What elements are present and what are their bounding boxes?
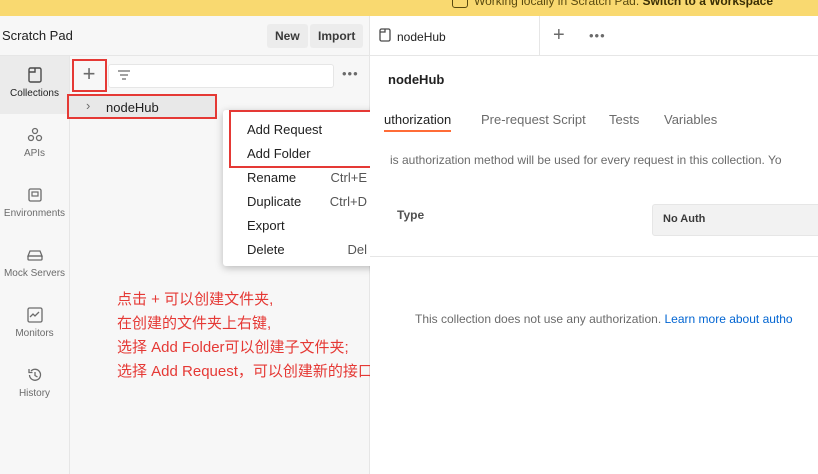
menu-item-shortcut: Ctrl+E bbox=[330, 170, 367, 185]
menu-item-add-request[interactable]: Add Request bbox=[223, 118, 391, 142]
learn-more-link[interactable]: Learn more about autho bbox=[665, 312, 793, 326]
new-tab-button[interactable]: + bbox=[553, 24, 565, 47]
sidebar-item-environments[interactable]: Environments bbox=[0, 176, 69, 234]
workspace-icon bbox=[452, 0, 468, 8]
history-icon bbox=[27, 368, 41, 381]
tab-bar: nodeHub + ••• bbox=[370, 16, 818, 56]
monitors-icon bbox=[26, 307, 43, 323]
sidebar-item-monitors[interactable]: Monitors bbox=[0, 296, 69, 354]
chevron-right-icon[interactable]: › bbox=[86, 98, 90, 113]
sidebar-item-label: APIs bbox=[23, 148, 46, 159]
scratch-pad-banner: Working locally in Scratch Pad. Switch t… bbox=[0, 0, 818, 16]
collections-icon bbox=[27, 67, 42, 83]
tab-pre-request-script[interactable]: Pre-request Script bbox=[481, 112, 586, 127]
tab-label: nodeHub bbox=[397, 30, 446, 44]
collection-title: nodeHub bbox=[388, 72, 445, 87]
main-pane: nodeHub + ••• nodeHub uthorization Pre-r… bbox=[370, 16, 818, 474]
tab-variables[interactable]: Variables bbox=[664, 112, 717, 127]
collection-name: nodeHub bbox=[106, 100, 159, 115]
annotation-line: 点击 + 可以创建文件夹, bbox=[117, 291, 274, 308]
collections-more-icon[interactable]: ••• bbox=[342, 66, 359, 81]
environments-icon bbox=[27, 188, 42, 202]
sidebar-item-history[interactable]: History bbox=[0, 356, 69, 414]
menu-item-shortcut: Del bbox=[347, 242, 367, 257]
menu-item-label: Duplicate bbox=[247, 194, 302, 209]
menu-item-export[interactable]: Export bbox=[223, 214, 391, 238]
tab-nodehub[interactable]: nodeHub bbox=[370, 16, 540, 55]
tab-tests[interactable]: Tests bbox=[609, 112, 639, 127]
workspace-header: Scratch Pad New Import bbox=[0, 16, 369, 56]
banner-message: Working locally in Scratch Pad. bbox=[474, 0, 640, 8]
menu-item-label: Rename bbox=[247, 170, 297, 185]
switch-workspace-link[interactable]: Switch to a Workspace bbox=[643, 0, 773, 8]
sidebar-item-label: Monitors bbox=[15, 328, 54, 339]
sidebar-item-mock-servers[interactable]: Mock Servers bbox=[0, 236, 69, 294]
type-label: Type bbox=[397, 208, 425, 222]
collection-tab-icon bbox=[379, 28, 391, 42]
annotation-line: 在创建的文件夹上右键, bbox=[117, 315, 272, 332]
annotation-line: 选择 Add Request，可以创建新的接口请求 bbox=[117, 363, 403, 380]
menu-item-label: Add Folder bbox=[247, 146, 311, 161]
sidebar-item-label: History bbox=[18, 388, 51, 399]
menu-item-rename[interactable]: Rename Ctrl+E bbox=[223, 166, 391, 190]
divider bbox=[370, 256, 818, 257]
sidebar-item-apis[interactable]: APIs bbox=[0, 116, 69, 174]
mock-servers-icon bbox=[26, 250, 43, 261]
menu-item-label: Add Request bbox=[247, 122, 323, 137]
tab-authorization[interactable]: uthorization bbox=[384, 112, 452, 132]
context-menu: Add Request Add Folder Rename Ctrl+E Dup… bbox=[223, 110, 391, 266]
import-button[interactable]: Import bbox=[310, 24, 364, 48]
no-auth-text: This collection does not use any authori… bbox=[415, 312, 662, 326]
collection-subtabs: uthorization Pre-request Script Tests Va… bbox=[370, 112, 818, 134]
add-collection-button[interactable]: + bbox=[75, 61, 103, 89]
collections-filter[interactable] bbox=[108, 64, 334, 88]
auth-type-value: No Auth bbox=[663, 213, 706, 225]
auth-type-select[interactable]: No Auth bbox=[652, 204, 818, 236]
auth-description: is authorization method will be used for… bbox=[390, 153, 782, 167]
no-auth-message: This collection does not use any authori… bbox=[415, 312, 793, 326]
banner-text: Working locally in Scratch Pad. Switch t… bbox=[452, 0, 773, 8]
workspace-title: Scratch Pad bbox=[2, 28, 73, 43]
sidebar-item-label: Collections bbox=[10, 88, 59, 99]
menu-item-delete[interactable]: Delete Del bbox=[223, 238, 391, 262]
sidebar-item-label: Environments bbox=[3, 208, 66, 219]
annotation-text: 点击 + 可以创建文件夹, 在创建的文件夹上右键, 选择 Add Folder可… bbox=[117, 288, 403, 384]
apis-icon bbox=[27, 127, 42, 142]
menu-item-shortcut: Ctrl+D bbox=[329, 194, 367, 209]
menu-item-add-folder[interactable]: Add Folder bbox=[223, 142, 391, 166]
menu-item-label: Export bbox=[247, 218, 285, 233]
tab-more-icon[interactable]: ••• bbox=[589, 28, 606, 43]
filter-icon[interactable] bbox=[117, 69, 131, 81]
sidebar-item-collections[interactable]: Collections bbox=[0, 56, 69, 114]
new-button[interactable]: New bbox=[267, 24, 308, 48]
annotation-line: 选择 Add Folder可以创建子文件夹; bbox=[117, 339, 349, 356]
menu-item-label: Delete bbox=[247, 242, 285, 257]
menu-item-duplicate[interactable]: Duplicate Ctrl+D bbox=[223, 190, 391, 214]
sidebar: Collections APIs Environments Mock Serve… bbox=[0, 56, 70, 474]
collection-tree-item[interactable]: › nodeHub bbox=[70, 95, 215, 119]
sidebar-item-label: Mock Servers bbox=[3, 268, 66, 279]
